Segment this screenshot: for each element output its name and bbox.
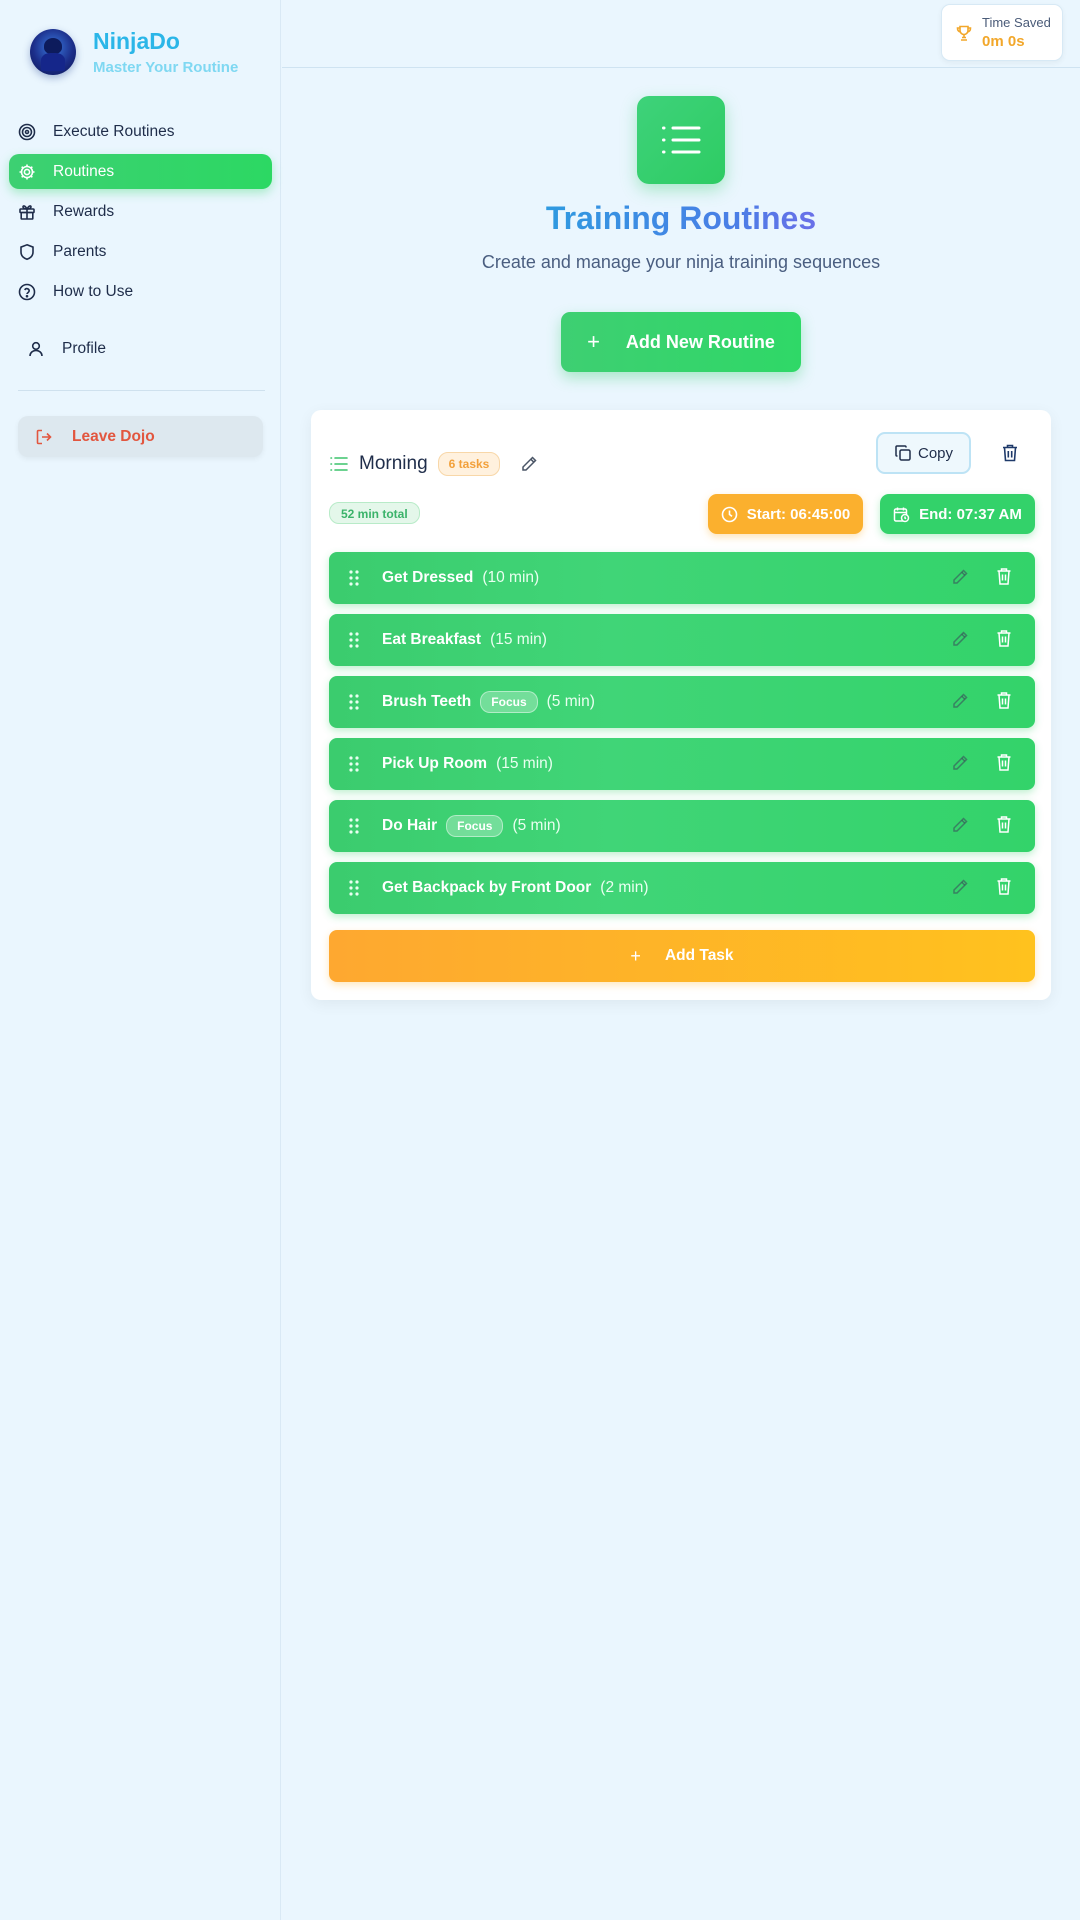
top-bar: Time Saved 0m 0s (282, 0, 1080, 68)
task-duration: (5 min) (546, 693, 595, 710)
app-name: NinjaDo (93, 28, 180, 54)
app-tagline: Master Your Routine (93, 59, 239, 76)
end-time-label: End: 07:37 AM (919, 505, 1022, 523)
time-saved-label: Time Saved (982, 15, 1051, 30)
shield-icon (18, 243, 36, 261)
clock-icon (721, 506, 738, 523)
routine-card: Morning 6 tasks Copy 52 min total Start:… (311, 410, 1051, 1000)
list-hero-icon (637, 96, 725, 184)
drag-handle-icon[interactable] (347, 568, 361, 588)
gift-icon (18, 203, 36, 221)
drag-handle-icon[interactable] (347, 692, 361, 712)
sidebar-item-parents[interactable]: Parents (9, 234, 272, 269)
sidebar-item-how-to-use[interactable]: How to Use (9, 274, 272, 309)
task-duration: (2 min) (600, 879, 649, 896)
task-duration: (10 min) (482, 569, 540, 586)
sidebar-item-routines[interactable]: Routines (9, 154, 272, 189)
task-name: Brush Teeth (382, 693, 472, 710)
add-new-routine-button[interactable]: + Add New Routine (561, 312, 801, 372)
add-task-label: Add Task (664, 947, 734, 964)
add-task-button[interactable]: + Add Task (329, 930, 1035, 982)
drag-handle-icon[interactable] (347, 754, 361, 774)
add-routine-label: Add New Routine (625, 331, 775, 352)
start-time-label: Start: 06:45:00 (746, 505, 851, 523)
copy-routine-button[interactable]: Copy (876, 432, 971, 474)
task-name: Get Backpack by Front Door (382, 879, 592, 896)
brand[interactable]: NinjaDo Master Your Routine (30, 28, 238, 76)
sidebar-item-label: Execute Routines (53, 122, 175, 140)
copy-icon (894, 444, 912, 462)
sidebar-item-label: Routines (53, 162, 115, 180)
task-list: Get Dressed (10 min) Eat Breakfast (15 m… (329, 552, 1035, 924)
gear-icon (18, 163, 36, 181)
logout-icon (35, 428, 53, 446)
user-icon (27, 340, 45, 358)
edit-routine-name-icon[interactable] (520, 455, 538, 473)
sidebar-item-rewards[interactable]: Rewards (9, 194, 272, 229)
focus-badge: Focus (446, 815, 504, 837)
time-saved-value: 0m 0s (982, 33, 1025, 50)
total-duration-badge: 52 min total (329, 502, 420, 524)
drag-handle-icon[interactable] (347, 816, 361, 836)
task-name: Get Dressed (382, 569, 474, 586)
leave-dojo-label: Leave Dojo (72, 427, 155, 445)
task-duration: (5 min) (512, 817, 561, 834)
sidebar-item-label: Rewards (53, 202, 115, 220)
copy-label: Copy (917, 444, 954, 462)
drag-handle-icon[interactable] (347, 630, 361, 650)
help-circle-icon (18, 283, 36, 301)
task-count-badge: 6 tasks (437, 452, 501, 476)
delete-routine-icon[interactable] (1001, 443, 1019, 463)
task-row[interactable]: Pick Up Room (15 min) (329, 738, 1035, 790)
delete-task-icon[interactable] (996, 691, 1012, 710)
sidebar: NinjaDo Master Your Routine Execute Rout… (0, 0, 281, 1920)
start-time-button[interactable]: Start: 06:45:00 (708, 494, 863, 534)
sidebar-nav: Execute Routines Routines Rewards Parent… (9, 114, 272, 314)
list-icon (329, 454, 349, 474)
plus-icon: + (587, 329, 600, 354)
delete-task-icon[interactable] (996, 877, 1012, 896)
task-row[interactable]: Get Backpack by Front Door (2 min) (329, 862, 1035, 914)
page-subtitle: Create and manage your ninja training se… (481, 252, 881, 272)
task-duration: (15 min) (496, 755, 553, 772)
edit-task-icon[interactable] (951, 692, 969, 710)
profile-label: Profile (62, 340, 106, 357)
plus-icon: + (630, 945, 641, 966)
edit-task-icon[interactable] (951, 630, 969, 648)
drag-handle-icon[interactable] (347, 878, 361, 898)
sidebar-item-profile[interactable]: Profile (27, 340, 106, 358)
delete-task-icon[interactable] (996, 815, 1012, 834)
delete-task-icon[interactable] (996, 629, 1012, 648)
task-row[interactable]: Do Hair Focus (5 min) (329, 800, 1035, 852)
sidebar-divider (18, 390, 265, 391)
delete-task-icon[interactable] (996, 753, 1012, 772)
task-name: Pick Up Room (382, 755, 488, 772)
sidebar-item-label: Parents (53, 242, 107, 260)
target-icon (18, 123, 36, 141)
focus-badge: Focus (480, 691, 538, 713)
calendar-clock-icon (893, 506, 910, 523)
routine-name: Morning (359, 453, 428, 474)
edit-task-icon[interactable] (951, 754, 969, 772)
edit-task-icon[interactable] (951, 878, 969, 896)
leave-dojo-button[interactable]: Leave Dojo (18, 416, 263, 457)
time-saved-widget: Time Saved 0m 0s (941, 4, 1063, 61)
sidebar-item-label: How to Use (53, 282, 134, 300)
edit-task-icon[interactable] (951, 568, 969, 586)
task-row[interactable]: Eat Breakfast (15 min) (329, 614, 1035, 666)
task-name: Do Hair (382, 817, 438, 834)
page-title: Training Routines (545, 200, 817, 236)
sidebar-item-execute-routines[interactable]: Execute Routines (9, 114, 272, 149)
task-row[interactable]: Brush Teeth Focus (5 min) (329, 676, 1035, 728)
ninja-avatar (30, 29, 76, 75)
task-duration: (15 min) (490, 631, 547, 648)
delete-task-icon[interactable] (996, 567, 1012, 586)
end-time-display: End: 07:37 AM (880, 494, 1035, 534)
task-name: Eat Breakfast (382, 631, 482, 648)
task-row[interactable]: Get Dressed (10 min) (329, 552, 1035, 604)
edit-task-icon[interactable] (951, 816, 969, 834)
trophy-icon (955, 24, 973, 42)
